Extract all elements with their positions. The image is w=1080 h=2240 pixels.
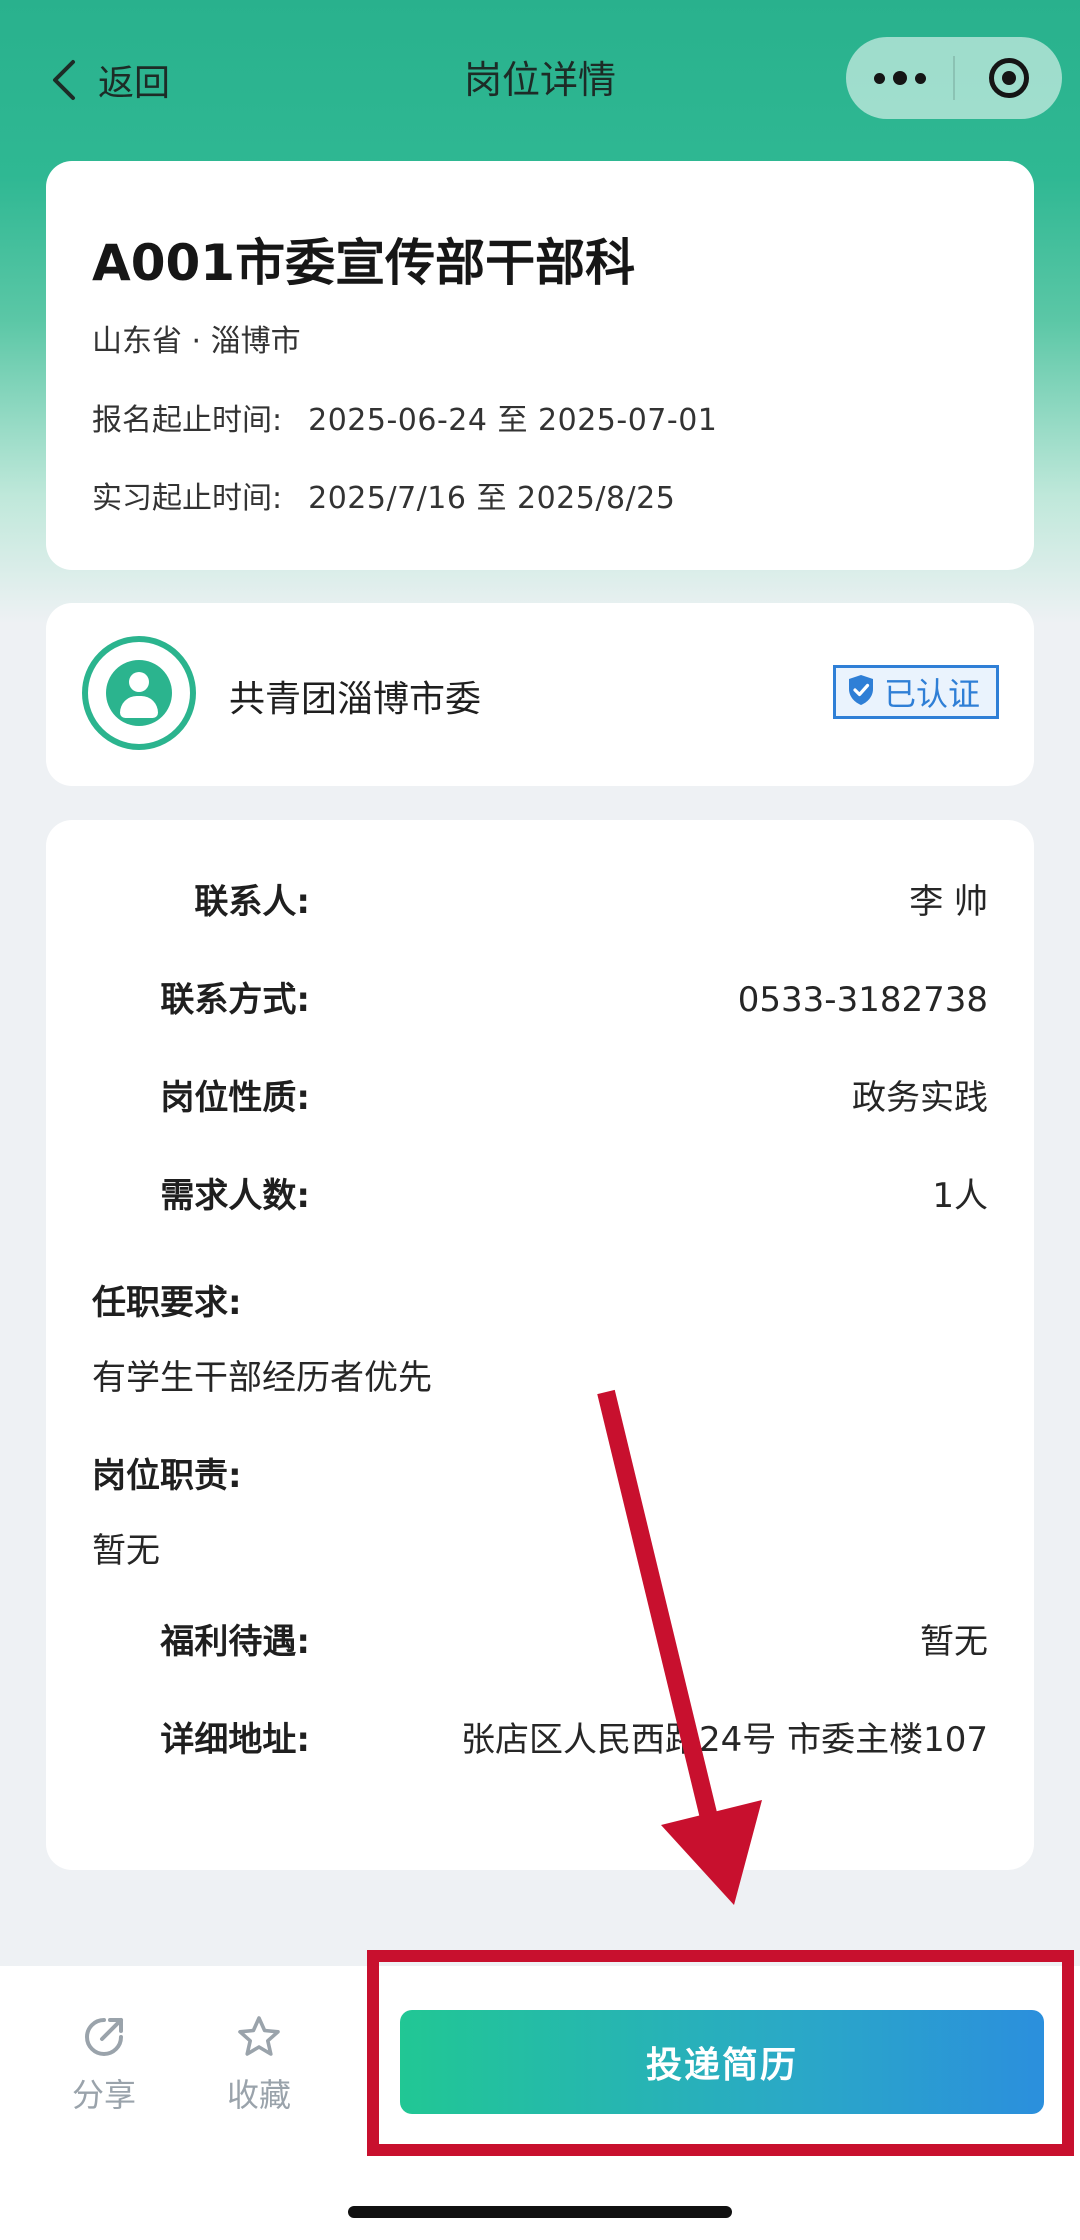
detail-row-contact-method: 联系方式: 0533-3182738 — [46, 970, 1034, 1030]
mini-program-capsule — [846, 37, 1062, 119]
user-icon — [106, 660, 172, 726]
share-label: 分享 — [71, 2076, 136, 2114]
org-avatar — [82, 636, 196, 750]
organization-card[interactable]: 共青团淄博市委 已认证 — [46, 603, 1034, 786]
detail-row-benefits: 福利待遇: 暂无 — [46, 1612, 1034, 1672]
address-label: 详细地址: — [160, 1720, 310, 1760]
requirements-value: 有学生干部经历者优先 — [92, 1358, 432, 1398]
duties-value: 暂无 — [92, 1531, 160, 1571]
requirements-label: 任职要求: — [92, 1283, 242, 1323]
verified-badge: 已认证 — [832, 665, 999, 719]
intern-period-value: 2025/7/16 至 2025/8/25 — [308, 481, 676, 516]
shield-check-icon — [846, 673, 876, 711]
contact-person-label: 联系人: — [194, 882, 310, 922]
favorite-label: 收藏 — [226, 2076, 291, 2114]
job-summary-card: A001市委宣传部干部科 山东省 · 淄博市 报名起止时间: 2025-06-2… — [46, 161, 1034, 570]
contact-method-value[interactable]: 0533-3182738 — [738, 970, 988, 1030]
contact-person-value: 李 帅 — [909, 882, 988, 922]
nature-label: 岗位性质: — [160, 1078, 310, 1118]
detail-row-contact-person: 联系人: 李 帅 — [46, 872, 1034, 932]
contact-method-label: 联系方式: — [160, 980, 310, 1020]
more-button[interactable] — [846, 37, 953, 119]
verified-label: 已认证 — [883, 675, 980, 713]
intern-period: 实习起止时间: 2025/7/16 至 2025/8/25 — [92, 473, 675, 517]
home-indicator — [348, 2206, 732, 2218]
favorite-button[interactable]: 收藏 — [199, 2014, 319, 2116]
signup-period: 报名起止时间: 2025-06-24 至 2025-07-01 — [92, 395, 717, 439]
job-details-card: 联系人: 李 帅 联系方式: 0533-3182738 岗位性质: 政务实践 需… — [46, 820, 1034, 1870]
close-program-button[interactable] — [955, 37, 1062, 119]
duties-label: 岗位职责: — [92, 1456, 242, 1496]
job-title: A001市委宣传部干部科 — [92, 234, 636, 292]
annotation-highlight-box — [367, 1950, 1074, 2156]
share-button[interactable]: 分享 — [44, 2014, 164, 2116]
star-icon — [236, 2014, 282, 2064]
benefits-value: 暂无 — [920, 1622, 988, 1662]
detail-row-address: 详细地址: 张店区人民西路24号 市委主楼107 — [46, 1710, 1034, 1770]
signup-period-label: 报名起止时间: — [92, 403, 283, 438]
signup-period-value: 2025-06-24 至 2025-07-01 — [308, 403, 718, 438]
address-value: 张店区人民西路24号 市委主楼107 — [461, 1720, 988, 1760]
headcount-label: 需求人数: — [160, 1176, 310, 1216]
intern-period-label: 实习起止时间: — [92, 481, 283, 516]
target-circle-icon — [988, 58, 1029, 98]
nav-bar: 返回 岗位详情 — [0, 30, 1080, 130]
more-dots-icon — [873, 71, 926, 85]
nature-value: 政务实践 — [852, 1078, 988, 1118]
detail-row-nature: 岗位性质: 政务实践 — [46, 1068, 1034, 1128]
headcount-value: 1人 — [932, 1176, 988, 1216]
share-icon — [81, 2014, 127, 2064]
detail-row-headcount: 需求人数: 1人 — [46, 1166, 1034, 1226]
org-name: 共青团淄博市委 — [229, 679, 482, 720]
benefits-label: 福利待遇: — [160, 1622, 310, 1662]
job-location: 山东省 · 淄博市 — [92, 324, 301, 359]
